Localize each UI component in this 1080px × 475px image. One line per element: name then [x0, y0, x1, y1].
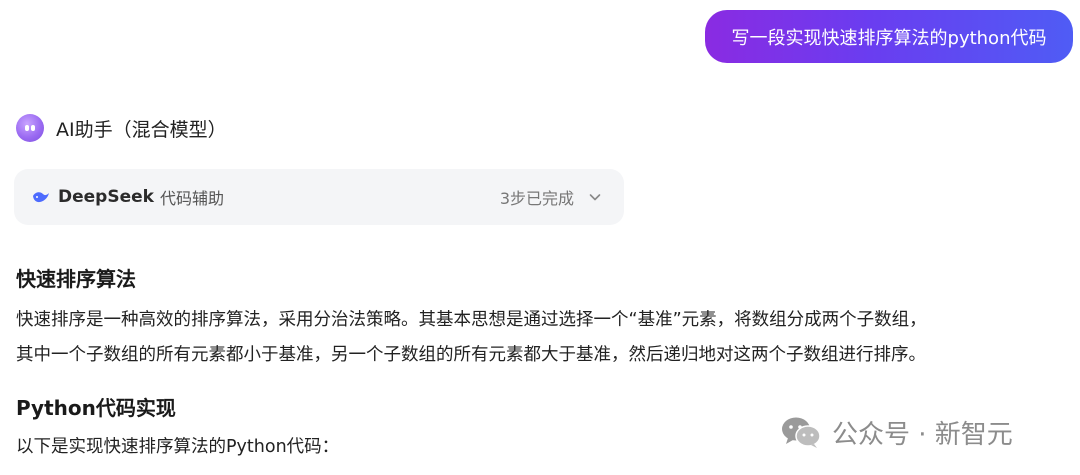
chevron-down-icon[interactable]: [588, 190, 602, 204]
reasoning-panel-subtitle: 代码辅助: [159, 189, 224, 208]
deepseek-brand-label: DeepSeek: [58, 187, 154, 207]
wechat-icon: [782, 417, 821, 448]
paragraph-line: 快速排序是一种高效的排序算法，采用分治法策略。其基本思想是通过选择一个“基准”元…: [16, 310, 927, 330]
section-heading-quicksort: 快速排序算法: [16, 267, 136, 291]
reasoning-panel[interactable]: DeepSeek 代码辅助 3步已完成: [14, 169, 624, 225]
user-message-text: 写一段实现快速排序算法的python代码: [731, 27, 1047, 49]
assistant-name: AI助手（混合模型）: [56, 118, 227, 141]
user-message-bubble: 写一段实现快速排序算法的python代码: [705, 10, 1073, 63]
assistant-header: AI助手（混合模型）: [16, 112, 227, 144]
watermark: 公众号 · 新智元: [780, 412, 1013, 452]
section-heading-python: Python代码实现: [16, 396, 176, 420]
whale-icon: [33, 192, 49, 203]
chat-page: 写一段实现快速排序算法的python代码 AI助手（混合模型） DeepSeek…: [0, 0, 1080, 475]
paragraph-line: 其中一个子数组的所有元素都小于基准，另一个子数组的所有元素都大于基准，然后递归地…: [16, 345, 926, 365]
watermark-text: 公众号 · 新智元: [832, 419, 1013, 450]
reasoning-status: 3步已完成: [499, 189, 574, 208]
robot-avatar-icon: [16, 114, 44, 142]
